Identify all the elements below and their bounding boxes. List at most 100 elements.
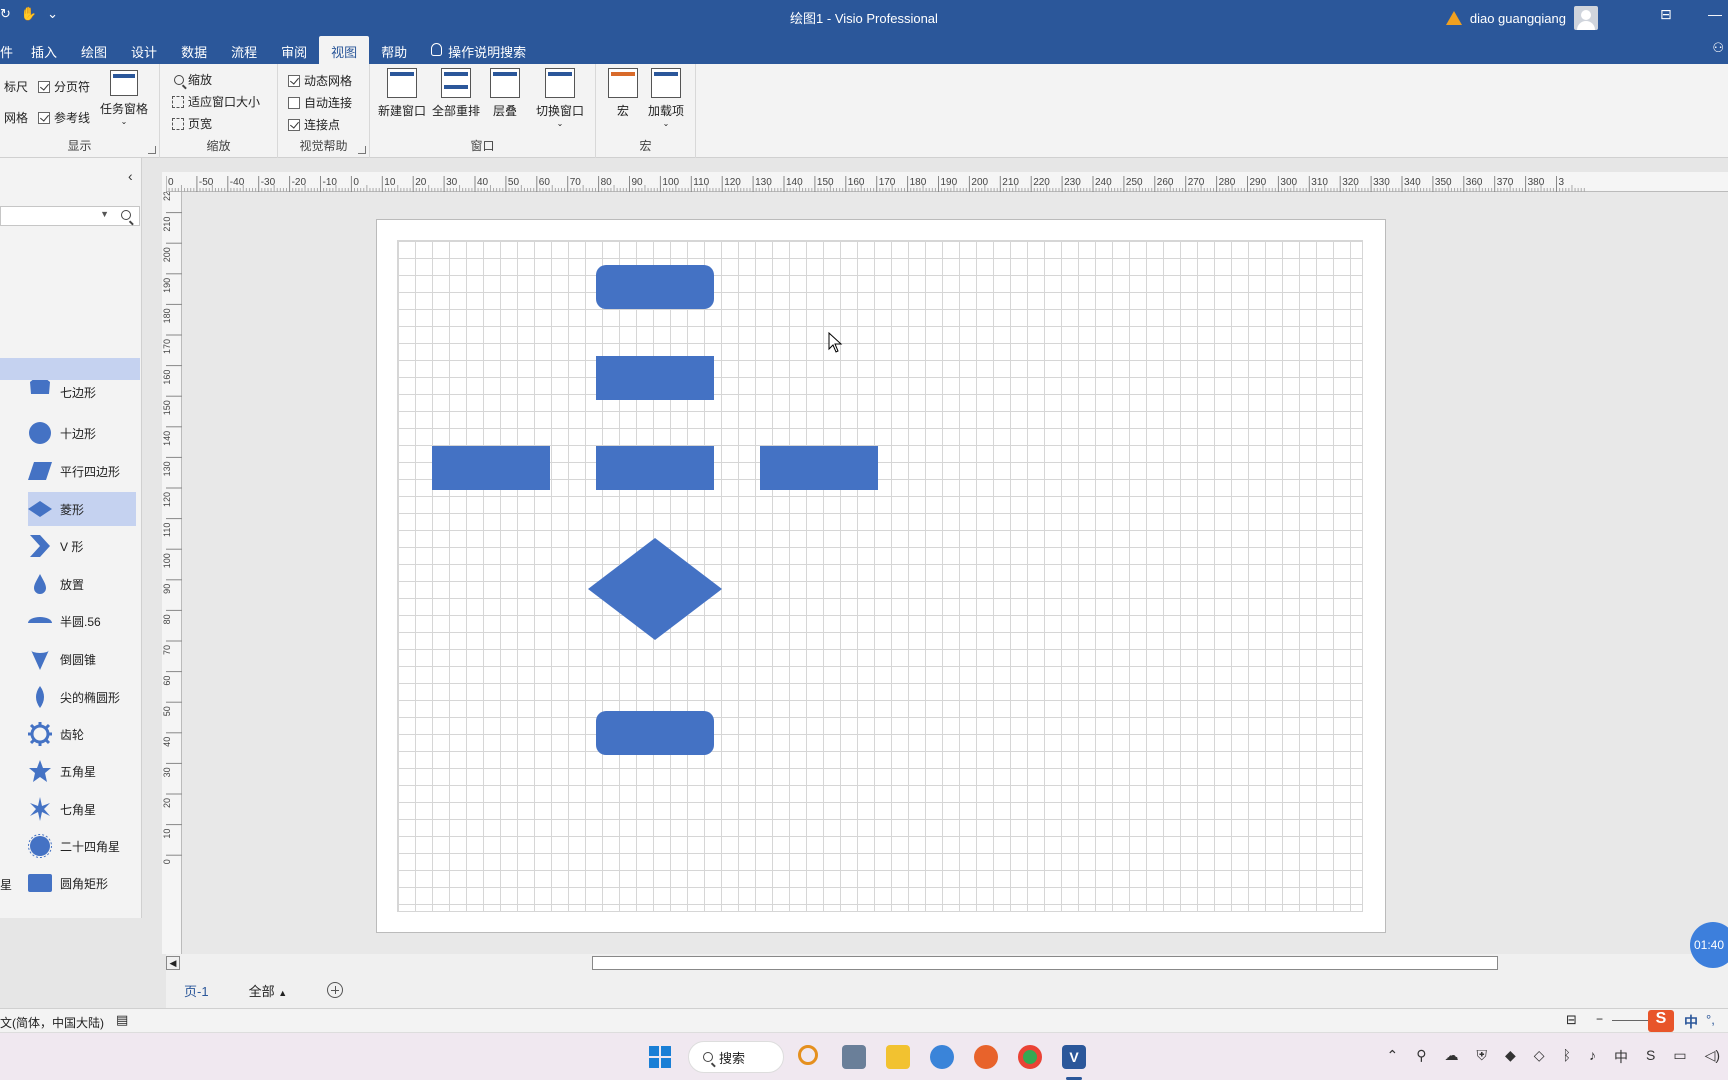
add-ins-button[interactable]: 加载项 ⌄ [648,68,684,128]
tab-page-1[interactable]: 页-1 [184,981,209,1000]
ime-mode-label[interactable]: 中 [1684,1012,1698,1032]
connection-points-checkbox[interactable]: 连接点 [288,116,340,133]
page-width-button[interactable]: 页宽 [172,115,212,132]
ribbon-display-options-icon[interactable]: ⊟ [1660,6,1672,23]
left-process-rectangle-shape[interactable] [432,446,550,490]
tab-design[interactable]: 设计 [119,36,169,64]
shape-item-teardrop[interactable]: 放置 [28,567,136,601]
stencil-title-bar[interactable] [0,358,140,380]
search-app-icon[interactable] [798,1045,818,1065]
add-page-icon[interactable] [327,982,344,998]
horizontal-ruler[interactable]: 0 -50 -40 -30 -20 -10 0 10 20 30 40 50 60 70 80 90 100 11… [165,172,1728,192]
shape-item-semicircle[interactable]: 半圆.56 [28,604,136,638]
right-process-rectangle-shape[interactable] [760,446,878,490]
start-windows-icon[interactable] [648,1045,672,1069]
shape-item-rounded-rectangle[interactable]: 圆角矩形 [28,866,136,900]
language-status[interactable]: 文(简体，中国大陆) [0,1014,104,1031]
dropdown-icon[interactable]: ▼ [100,209,109,219]
start-terminator-shape[interactable] [596,265,714,309]
arrange-all-button[interactable]: 全部重排 [432,68,480,119]
punctuation-mode-icon[interactable]: °, [1706,1012,1715,1027]
decision-diamond-shape[interactable] [588,538,722,640]
tell-me-search[interactable]: 操作说明搜索 [419,36,538,64]
search-tool-tray-icon[interactable]: ⚲ [1416,1047,1426,1067]
sogou-ime-icon[interactable]: S [1648,1010,1674,1032]
all-pages-button[interactable]: 全部 ▲ [249,981,288,1000]
fit-to-window-button[interactable]: 适应窗口大小 [172,93,260,110]
app-tray-icon[interactable]: ◆ [1505,1047,1516,1067]
horizontal-scrollbar[interactable]: ◀ [166,954,1728,972]
microphone-icon[interactable]: ♪ [1589,1047,1596,1067]
shapes-search-input[interactable]: ▼ [0,206,140,226]
dynamic-grid-checkbox[interactable]: 动态网格 [288,72,352,89]
photo-app-icon[interactable] [842,1045,866,1069]
shape-item-twenty-four-point-star[interactable]: 二十四角星 [28,829,136,863]
zoom-button[interactable]: 缩放 [174,71,212,88]
scroll-thumb[interactable] [592,956,1498,970]
switch-windows-button[interactable]: 切换窗口 ⌄ [536,68,584,128]
new-window-button[interactable]: 新建窗口 [378,68,426,119]
chrome-icon[interactable] [1018,1045,1042,1069]
center-process-rectangle-shape[interactable] [596,446,714,490]
shape-item-diamond[interactable]: 菱形 [28,492,136,526]
vertical-ruler[interactable]: 220 210 200 190 180 170 160 150 140 130 120 110 100 9… [162,181,182,954]
tab-process[interactable]: 流程 [219,36,269,64]
page-breaks-checkbox[interactable]: 分页符 [38,78,90,95]
share-icon[interactable]: ⚇ [1712,40,1724,56]
display-icon[interactable]: ▭ [1673,1047,1686,1067]
tab-review[interactable]: 审阅 [269,36,319,64]
sogou-tray-icon[interactable]: S [1646,1047,1655,1067]
shape-item-inverted-cone[interactable]: 倒圆锥 [28,642,136,676]
shield-icon[interactable]: ⛨ [1477,1047,1488,1067]
search-icon[interactable] [121,210,131,220]
process-rectangle-shape[interactable] [596,356,714,400]
file-explorer-icon[interactable] [886,1045,910,1069]
account-area[interactable]: diao guangqiang [1445,6,1598,30]
shape-item-pointed-ellipse[interactable]: 尖的椭圆形 [28,680,136,714]
task-panes-button[interactable]: 任务窗格 ⌄ [100,70,148,126]
minimize-icon[interactable]: — [1708,6,1722,22]
network-app-tray-icon[interactable]: ◇ [1534,1047,1545,1067]
warning-icon [1445,11,1462,25]
end-terminator-shape[interactable] [596,711,714,755]
input-method-tray-icon[interactable]: 中 [1614,1047,1628,1067]
macro-record-icon[interactable]: ▤ [116,1012,128,1028]
collapse-pane-icon[interactable]: ‹ [128,168,133,184]
autoconnect-checkbox[interactable]: 自动连接 [288,94,352,111]
ruler-label: 10 [384,177,396,188]
guides-checkbox[interactable]: 参考线 [38,109,90,126]
avatar[interactable] [1574,6,1598,30]
shape-item-chevron[interactable]: V 形 [28,529,136,563]
shape-item-decagon[interactable]: 十边形 [28,416,136,450]
grid-checkbox-label[interactable]: 网格 [4,109,28,126]
tab-draw[interactable]: 绘图 [69,36,119,64]
cloud-tray-icon[interactable]: ☁ [1445,1047,1459,1067]
tab-file-partial[interactable]: 件 [0,36,19,64]
ruler-checkbox-label[interactable]: 标尺 [4,78,28,95]
sogou-browser-icon[interactable] [930,1045,954,1069]
shape-item-gear[interactable]: 齿轮 [28,717,136,751]
presentation-mode-icon[interactable]: ⊟ [1566,1012,1577,1028]
scroll-left-icon[interactable]: ◀ [166,956,180,970]
tab-help[interactable]: 帮助 [369,36,419,64]
shape-item-parallelogram[interactable]: 平行四边形 [28,454,136,488]
dialog-launcher-icon[interactable] [358,146,366,154]
taskbar-search[interactable]: 搜索 [688,1041,784,1073]
zoom-slider[interactable] [1612,1020,1652,1021]
tab-view[interactable]: 视图 [319,36,370,64]
chevron-up-icon[interactable]: ⌃ [1387,1047,1399,1067]
partial-shape-label[interactable]: 星 [0,876,12,893]
cascade-button[interactable]: 层叠 [490,68,520,119]
volume-icon[interactable]: ◁) [1705,1047,1720,1067]
macros-button[interactable]: 宏 [608,68,638,119]
shape-item-five-point-star[interactable]: 五角星 [28,754,136,788]
tab-insert[interactable]: 插入 [19,36,69,64]
bluetooth-icon[interactable]: ᛒ [1563,1047,1571,1067]
zoom-out-icon[interactable]: − [1596,1012,1603,1026]
dialog-launcher-icon[interactable] [148,146,156,154]
shape-item-heptagon[interactable]: 七边形 [28,380,136,404]
tab-data[interactable]: 数据 [169,36,219,64]
visio-app-icon[interactable]: V [1062,1045,1086,1069]
shape-item-seven-point-star[interactable]: 七角星 [28,792,136,826]
firefox-icon[interactable] [974,1045,998,1069]
